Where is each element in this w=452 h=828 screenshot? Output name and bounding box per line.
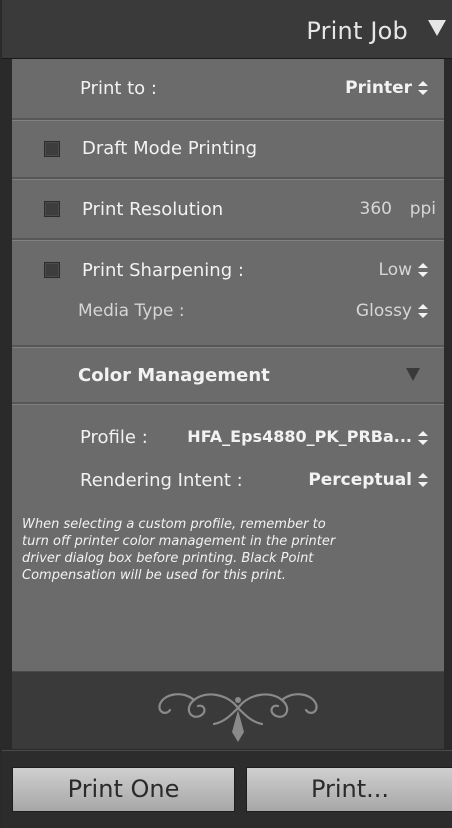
profile-note-line: When selecting a custom profile, remembe…: [22, 517, 326, 532]
action-bar: Print One Print...: [2, 750, 452, 828]
resolution-input[interactable]: 360: [360, 199, 392, 219]
color-management-header[interactable]: Color Management: [12, 348, 444, 402]
resolution-section: Print Resolution 360 ppi: [12, 180, 444, 238]
profile-note-line: Compensation will be used for this print…: [22, 568, 286, 583]
draft-mode-checkbox[interactable]: [44, 141, 60, 157]
print-one-button[interactable]: Print One: [12, 767, 235, 812]
stepper-icon: [418, 473, 428, 487]
draft-mode-label: Draft Mode Printing: [82, 138, 258, 159]
print-job-panel: Print Job Print to : Printer Draft Mode …: [0, 0, 452, 828]
collapse-triangle-icon[interactable]: [406, 368, 420, 381]
media-type-label: Media Type :: [78, 301, 185, 321]
profile-note-line: driver dialog box before printing. Black…: [22, 551, 314, 566]
resolution-checkbox[interactable]: [44, 201, 60, 217]
stepper-icon: [418, 304, 428, 318]
sharpening-section: Print Sharpening : Low Media Type : Glos…: [12, 241, 444, 345]
print-button[interactable]: Print...: [246, 767, 452, 812]
profile-note-line: turn off printer color management in the…: [22, 534, 336, 549]
draft-mode-section: Draft Mode Printing: [12, 121, 444, 177]
profile-select[interactable]: HFA_Eps4880_PK_PRBa...: [187, 427, 428, 446]
resolution-label: Print Resolution: [82, 199, 224, 220]
resolution-unit: ppi: [409, 199, 436, 219]
panel-header[interactable]: Print Job: [2, 0, 452, 59]
profile-note: When selecting a custom profile, remembe…: [22, 516, 432, 584]
collapse-triangle-icon[interactable]: [428, 20, 446, 36]
print-to-label: Print to :: [80, 78, 157, 99]
sharpening-label: Print Sharpening :: [82, 260, 244, 281]
rendering-intent-select[interactable]: Perceptual: [308, 470, 428, 490]
profile-label: Profile :: [80, 427, 148, 448]
sharpening-select[interactable]: Low: [379, 260, 428, 280]
ornament-band: [12, 672, 444, 749]
flourish-ornament-icon: [158, 693, 318, 742]
stepper-icon: [418, 81, 428, 95]
rendering-intent-label: Rendering Intent :: [80, 470, 243, 491]
media-type-select[interactable]: Glossy: [356, 301, 428, 321]
print-to-section: Print to : Printer: [12, 59, 444, 118]
stepper-icon: [418, 263, 428, 277]
color-management-title: Color Management: [78, 365, 270, 386]
print-to-select[interactable]: Printer: [345, 78, 428, 98]
stepper-icon: [418, 430, 428, 445]
panel-title: Print Job: [306, 17, 408, 45]
sharpening-checkbox[interactable]: [44, 262, 60, 278]
